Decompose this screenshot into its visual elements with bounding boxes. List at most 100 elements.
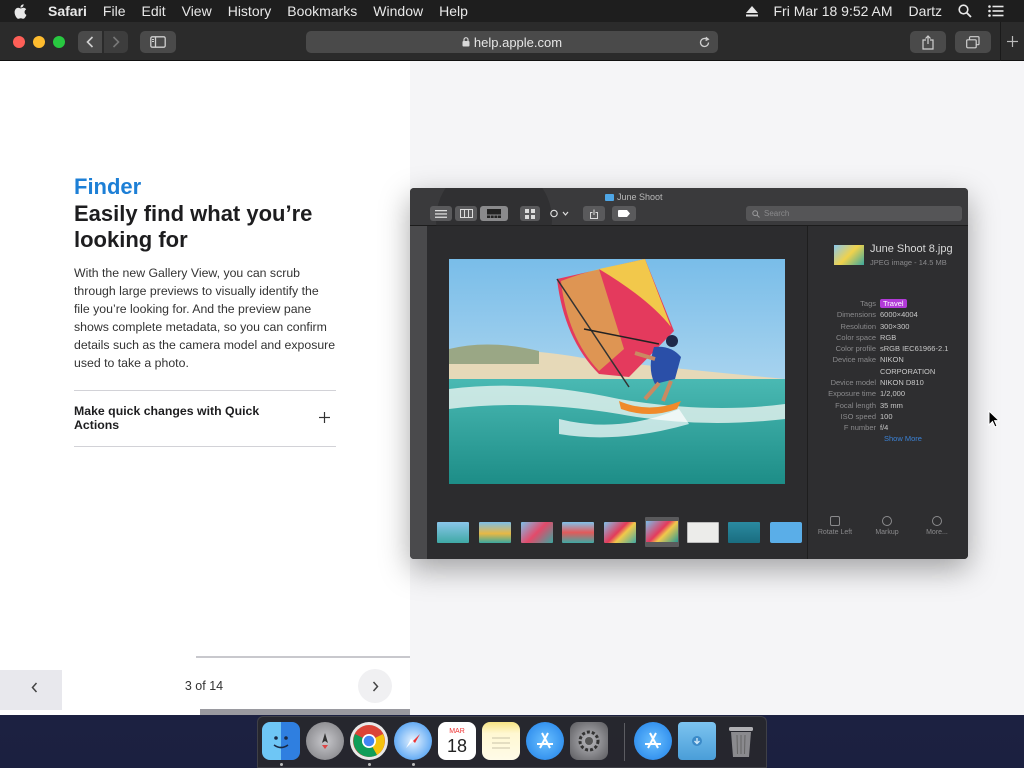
quick-actions-bar: Rotate Left Markup More... [808,516,968,546]
finder-tag-button [612,206,636,221]
divider [74,390,336,391]
app-store-download-icon[interactable] [634,722,672,760]
metadata-value: RGB [880,332,897,342]
new-tab-button[interactable] [1000,22,1024,61]
url-text: help.apple.com [473,34,563,50]
show-tabs-button[interactable] [955,31,991,53]
menu-edit[interactable]: Edit [133,0,173,22]
more-action: More... [915,516,959,536]
menu-history[interactable]: History [220,0,280,22]
metadata-row: Color space RGB [808,332,968,343]
metadata-key: Resolution [840,321,876,331]
metadata-value: sRGB IEC61966-2.1 [880,344,949,354]
metadata-row: Device make NIKON [808,354,968,365]
thumbnail-strip [435,514,805,548]
fullscreen-window-button[interactable] [53,36,65,48]
finder-share-button [583,206,605,221]
share-icon [590,209,598,219]
apple-menu-icon[interactable] [0,3,40,19]
metadata-row: F number f/4 [808,422,968,433]
calendar-app-icon[interactable]: MAR 18 [438,722,476,760]
preview-file-name: June Shoot 8.jpg [870,243,953,255]
minimize-window-button[interactable] [33,36,45,48]
system-preferences-app-icon[interactable] [570,722,608,760]
rotate-left-label: Rotate Left [817,529,853,536]
menu-help[interactable]: Help [431,0,476,22]
notes-app-icon[interactable] [482,722,520,760]
metadata-row: Focal length 35 mm [808,400,968,411]
user-menu[interactable]: Dartz [901,3,950,19]
menu-bar: Safari File Edit View History Bookmarks … [0,0,1024,22]
feature-text-panel: Finder Easily find what you’re looking f… [0,61,410,715]
metadata-key: Exposure time [828,389,876,399]
grid-icon [525,208,535,219]
gallery-view-icon [487,209,501,218]
preview-file-kind: JPEG image - 14.5 MB [870,258,947,267]
lock-icon [462,37,470,47]
travel-tag-badge: Travel [880,299,907,308]
reload-button[interactable] [696,34,712,50]
metadata-key: Device make [832,355,876,365]
gear-dropdown-icon [550,209,569,218]
browser-toolbar: help.apple.com [0,22,1024,61]
calendar-month: MAR [449,727,465,735]
downloads-folder-icon[interactable] [678,722,716,760]
eject-icon[interactable] [738,5,766,17]
share-button[interactable] [910,31,946,53]
quick-actions-accordion[interactable]: Make quick changes with Quick Actions [74,404,294,432]
dock-separator [624,723,625,761]
thumbnail [728,522,760,543]
finder-title-text: June Shoot [617,192,663,202]
plus-icon [318,411,330,423]
finder-window-title: June Shoot [605,192,663,202]
sidebar-toggle-button[interactable] [140,31,176,53]
thumbnail [562,522,594,543]
metadata-key: Color profile [835,344,876,354]
metadata-list: Tags Travel Dimensions 6000×4004 Resolutio… [808,298,968,434]
address-bar[interactable]: help.apple.com [306,31,718,53]
notification-center-icon[interactable] [980,5,1012,17]
folder-icon [605,193,614,201]
thumbnail [687,522,719,543]
metadata-value: 35 mm [880,400,903,410]
spotlight-search-icon[interactable] [950,4,980,18]
app-store-app-icon[interactable] [526,722,564,760]
safari-app-icon[interactable] [394,722,432,760]
launchpad-app-icon[interactable] [306,722,344,760]
thumbnail [479,522,511,543]
rotate-left-action: Rotate Left [813,516,857,536]
metadata-value: NIKON [880,355,904,365]
clock[interactable]: Fri Mar 18 9:52 AM [766,3,901,19]
chrome-app-icon[interactable] [350,722,388,760]
sidebar-icon [150,36,166,48]
pager-progress-bar [196,656,410,658]
chevron-right-icon [112,36,120,48]
web-content: Finder Easily find what you’re looking f… [0,61,1024,715]
next-slide-button[interactable] [358,669,392,703]
trash-icon[interactable] [722,722,760,760]
close-window-button[interactable] [13,36,25,48]
metadata-key [808,366,880,377]
expand-accordion-button[interactable] [316,409,332,425]
markup-action: Markup [865,516,909,536]
menu-bookmarks[interactable]: Bookmarks [279,0,365,22]
menu-app-name[interactable]: Safari [40,0,95,22]
finder-app-icon[interactable] [262,722,300,760]
menu-view[interactable]: View [174,0,220,22]
tabs-overview-icon [966,35,980,48]
metadata-key: Tags [860,299,876,308]
previous-slide-button[interactable] [18,671,50,703]
metadata-row: Tags Travel [808,298,968,309]
show-more-link: Show More [884,434,922,443]
menu-file[interactable]: File [95,0,134,22]
menu-window[interactable]: Window [365,0,431,22]
chevron-left-icon [30,682,37,692]
markup-label: Markup [875,529,899,536]
rotate-left-icon [830,516,840,526]
list-view-button [430,206,452,221]
markup-icon [882,516,892,526]
reload-icon [699,36,709,47]
forward-button[interactable] [104,31,128,53]
back-button[interactable] [78,31,102,53]
column-view-icon [459,209,473,218]
